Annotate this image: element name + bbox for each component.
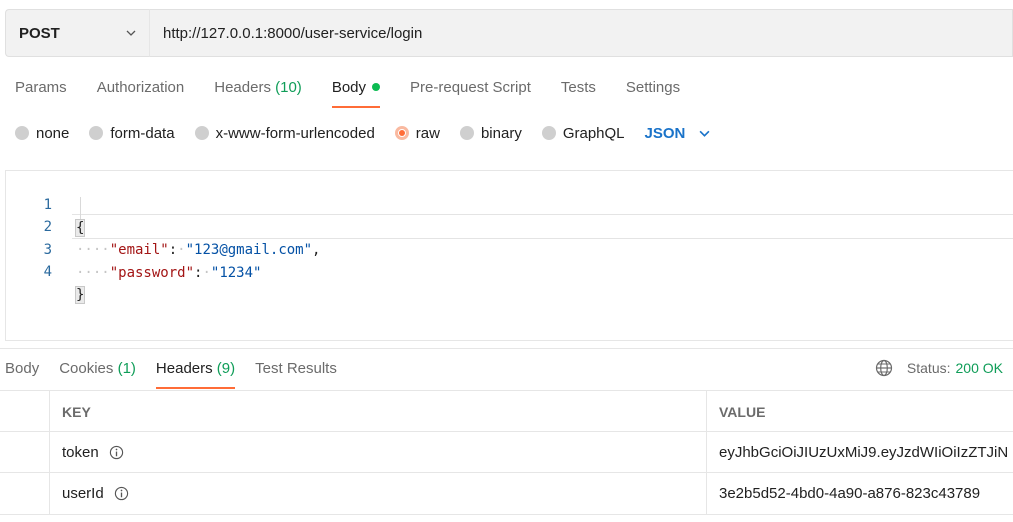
tab-params[interactable]: Params <box>15 76 67 108</box>
method-select[interactable]: POST <box>5 9 149 57</box>
radio-circle-icon <box>89 126 104 140</box>
radio-raw[interactable]: raw <box>394 125 440 142</box>
radio-selected-icon <box>394 126 409 140</box>
modified-dot-icon <box>372 83 381 91</box>
request-tabs: Params Authorization Headers (10) Body P… <box>15 76 710 108</box>
table-header-row: KEY VALUE <box>0 390 1013 432</box>
header-value: eyJhbGciOiJIUzUxMiJ9.eyJzdWIiOiIzZTJiN <box>719 444 1009 461</box>
chevron-down-icon <box>126 30 136 36</box>
header-key: token <box>62 444 99 461</box>
header-value: 3e2b5d52-4bd0-4a90-a876-823c43789 <box>719 485 981 502</box>
cookies-count: (1) <box>117 360 136 377</box>
tab-response-headers[interactable]: Headers (9) <box>155 357 236 389</box>
line-number: 4 <box>43 264 52 280</box>
tab-cookies[interactable]: Cookies (1) <box>59 357 136 389</box>
radio-circle-icon <box>194 126 209 140</box>
column-header-value: VALUE <box>719 403 766 420</box>
editor-line-2: 2 ····"email":·"123@gmail.com", <box>6 193 321 258</box>
response-status: Status: 200 OK <box>875 359 1003 377</box>
request-bar: POST http://127.0.0.1:8000/user-service/… <box>5 9 1013 57</box>
radio-urlencoded[interactable]: x-www-form-urlencoded <box>194 125 375 142</box>
status-value[interactable]: 200 OK <box>956 360 1003 376</box>
body-type-options: none form-data x-www-form-urlencoded raw… <box>15 121 710 145</box>
response-headers-count: (9) <box>216 360 236 377</box>
editor-line-1: 1 { <box>6 171 86 237</box>
tab-body[interactable]: Body <box>331 76 381 108</box>
json-key: "password" <box>109 265 195 281</box>
url-input[interactable]: http://127.0.0.1:8000/user-service/login <box>149 9 1013 57</box>
current-line-highlight <box>72 214 1013 239</box>
radio-circle-icon <box>15 126 29 140</box>
tab-authorization[interactable]: Authorization <box>97 76 185 108</box>
headers-count: (10) <box>275 79 302 96</box>
body-editor[interactable]: 1 { 2 ····"email":·"123@gmail.com", 3 ··… <box>5 170 1013 341</box>
response-divider[interactable] <box>0 348 1013 349</box>
response-tabs: Body Cookies (1) Headers (9) Test Result… <box>5 357 357 389</box>
url-text: http://127.0.0.1:8000/user-service/login <box>163 24 423 42</box>
info-icon[interactable] <box>109 445 124 460</box>
info-icon[interactable] <box>114 486 129 501</box>
radio-circle-icon <box>541 126 556 140</box>
close-brace: } <box>74 286 86 304</box>
chevron-down-icon <box>699 130 710 137</box>
table-row: userId 3e2b5d52-4bd0-4a90-a876-823c43789 <box>0 472 1013 515</box>
tab-pre-request-script[interactable]: Pre-request Script <box>410 76 531 108</box>
radio-binary[interactable]: binary <box>459 125 522 142</box>
json-value: "1234" <box>210 265 262 281</box>
table-row: token eyJhbGciOiJIUzUxMiJ9.eyJzdWIiOiIzZ… <box>0 431 1013 473</box>
method-label: POST <box>19 24 60 42</box>
tab-headers[interactable]: Headers (10) <box>214 76 302 108</box>
column-header-key: KEY <box>62 403 91 420</box>
radio-circle-icon <box>459 126 474 140</box>
tab-settings[interactable]: Settings <box>626 76 680 108</box>
radio-none[interactable]: none <box>15 125 69 142</box>
format-select[interactable]: JSON <box>645 125 711 142</box>
json-value: "123@gmail.com" <box>185 242 313 258</box>
header-key: userId <box>62 485 104 502</box>
tab-test-results[interactable]: Test Results <box>255 357 337 389</box>
radio-graphql[interactable]: GraphQL <box>541 125 625 142</box>
format-label: JSON <box>644 124 686 142</box>
editor-line-3: 3 ····"password":·"1234" <box>6 216 262 281</box>
globe-icon[interactable] <box>875 359 893 377</box>
json-key: "email" <box>109 242 169 258</box>
open-brace: { <box>74 219 86 237</box>
tab-response-body[interactable]: Body <box>5 357 39 389</box>
radio-form-data[interactable]: form-data <box>89 125 175 142</box>
editor-line-4: 4 } <box>6 238 86 304</box>
status-label: Status: <box>906 360 951 376</box>
tab-tests[interactable]: Tests <box>561 76 596 108</box>
